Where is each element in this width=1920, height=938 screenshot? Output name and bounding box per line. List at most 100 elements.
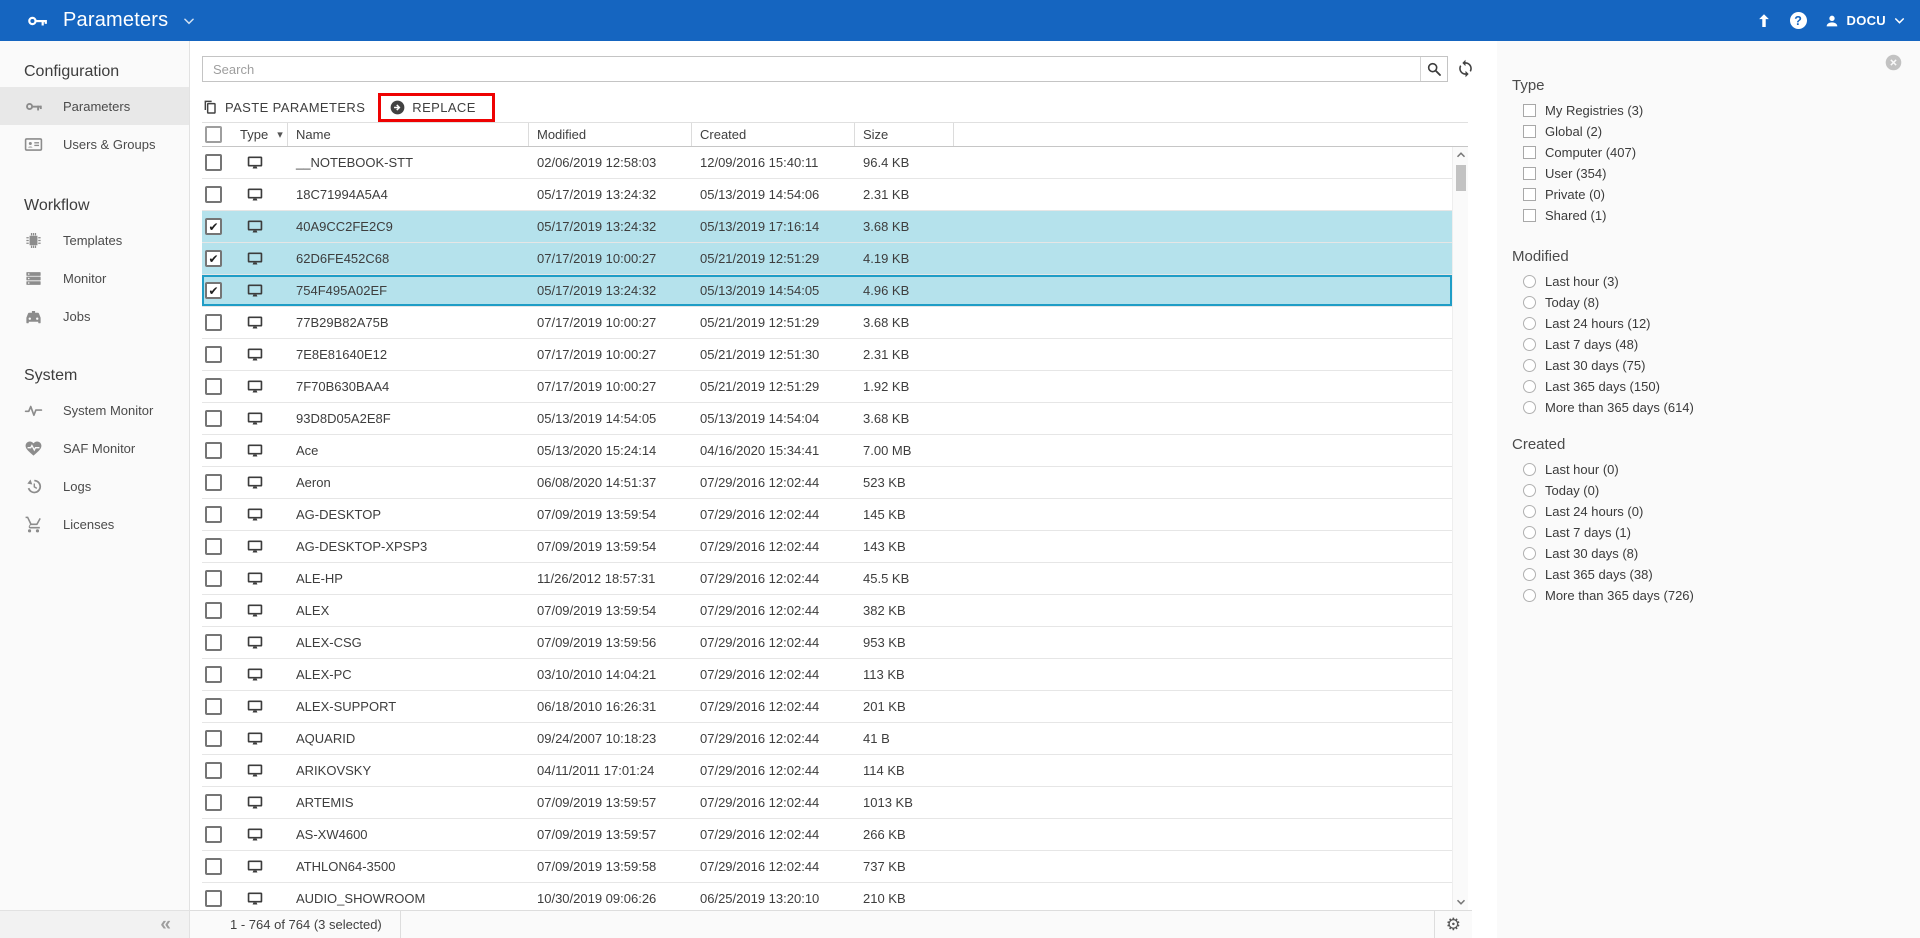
row-checkbox[interactable] [205, 506, 222, 523]
row-checkbox[interactable] [205, 410, 222, 427]
filter-option[interactable]: Last 24 hours (0) [1497, 501, 1920, 522]
search-icon[interactable] [1420, 57, 1447, 81]
row-checkbox[interactable] [205, 538, 222, 555]
replace-button[interactable]: REPLACE [390, 100, 476, 115]
table-row[interactable]: ✔40A9CC2FE2C905/17/2019 13:24:3205/13/20… [202, 211, 1452, 243]
filter-checkbox[interactable] [1523, 167, 1536, 180]
filter-option[interactable]: More than 365 days (614) [1497, 397, 1920, 418]
table-row[interactable]: AQUARID09/24/2007 10:18:2307/29/2016 12:… [202, 723, 1452, 755]
row-checkbox[interactable] [205, 602, 222, 619]
collapse-sidebar-icon[interactable]: « [160, 915, 171, 934]
filter-checkbox[interactable] [1523, 188, 1536, 201]
row-checkbox[interactable] [205, 474, 222, 491]
filter-option[interactable]: User (354) [1497, 163, 1920, 184]
filter-radio[interactable] [1523, 526, 1536, 539]
column-header-created[interactable]: Created [692, 123, 855, 146]
table-row[interactable]: 77B29B82A75B07/17/2019 10:00:2705/21/201… [202, 307, 1452, 339]
filter-option[interactable]: Private (0) [1497, 184, 1920, 205]
filter-radio[interactable] [1523, 359, 1536, 372]
sidebar-item-logs[interactable]: Logs [0, 467, 189, 505]
row-checkbox[interactable]: ✔ [205, 282, 222, 299]
search-input[interactable] [202, 56, 1448, 82]
gear-icon[interactable]: ⚙ [1446, 916, 1461, 933]
sidebar-item-templates[interactable]: Templates [0, 221, 189, 259]
table-row[interactable]: ALE-HP11/26/2012 18:57:3107/29/2016 12:0… [202, 563, 1452, 595]
filter-checkbox[interactable] [1523, 104, 1536, 117]
filter-option[interactable]: Last 365 days (38) [1497, 564, 1920, 585]
column-header-size[interactable]: Size [855, 123, 954, 146]
sidebar-item-saf-monitor[interactable]: SAF Monitor [0, 429, 189, 467]
row-checkbox[interactable] [205, 346, 222, 363]
table-row[interactable]: Ace05/13/2020 15:24:1404/16/2020 15:34:4… [202, 435, 1452, 467]
row-checkbox[interactable] [205, 826, 222, 843]
filter-option[interactable]: Today (8) [1497, 292, 1920, 313]
select-all-checkbox[interactable] [205, 126, 222, 143]
filter-option[interactable]: Computer (407) [1497, 142, 1920, 163]
filter-option[interactable]: Last 7 days (1) [1497, 522, 1920, 543]
filter-radio[interactable] [1523, 296, 1536, 309]
filter-option[interactable]: Shared (1) [1497, 205, 1920, 226]
filter-radio[interactable] [1523, 463, 1536, 476]
filter-option[interactable]: Last 30 days (8) [1497, 543, 1920, 564]
filter-radio[interactable] [1523, 380, 1536, 393]
row-checkbox[interactable] [205, 762, 222, 779]
table-row[interactable]: __NOTEBOOK-STT02/06/2019 12:58:0312/09/2… [202, 147, 1452, 179]
filter-radio[interactable] [1523, 275, 1536, 288]
filter-radio[interactable] [1523, 484, 1536, 497]
filter-option[interactable]: Global (2) [1497, 121, 1920, 142]
row-checkbox[interactable] [205, 314, 222, 331]
sidebar-item-jobs[interactable]: Jobs [0, 297, 189, 335]
row-checkbox[interactable] [205, 858, 222, 875]
filter-option[interactable]: Last 365 days (150) [1497, 376, 1920, 397]
filter-radio[interactable] [1523, 589, 1536, 602]
table-row[interactable]: ALEX07/09/2019 13:59:5407/29/2016 12:02:… [202, 595, 1452, 627]
filter-option[interactable]: Last 24 hours (12) [1497, 313, 1920, 334]
row-checkbox[interactable] [205, 570, 222, 587]
filter-option[interactable]: Last hour (0) [1497, 459, 1920, 480]
sidebar-item-system-monitor[interactable]: System Monitor [0, 391, 189, 429]
table-row[interactable]: ARIKOVSKY04/11/2011 17:01:2407/29/2016 1… [202, 755, 1452, 787]
sidebar-item-monitor[interactable]: Monitor [0, 259, 189, 297]
row-checkbox[interactable] [205, 698, 222, 715]
filter-checkbox[interactable] [1523, 146, 1536, 159]
table-row[interactable]: 7F70B630BAA407/17/2019 10:00:2705/21/201… [202, 371, 1452, 403]
paste-parameters-button[interactable]: PASTE PARAMETERS [202, 99, 365, 115]
refresh-icon[interactable] [1456, 59, 1476, 79]
sidebar-item-licenses[interactable]: Licenses [0, 505, 189, 543]
row-checkbox[interactable] [205, 442, 222, 459]
row-checkbox[interactable] [205, 794, 222, 811]
table-row[interactable]: AS-XW460007/09/2019 13:59:5707/29/2016 1… [202, 819, 1452, 851]
row-checkbox[interactable]: ✔ [205, 250, 222, 267]
table-row[interactable]: 7E8E81640E1207/17/2019 10:00:2705/21/201… [202, 339, 1452, 371]
row-checkbox[interactable] [205, 154, 222, 171]
filter-option[interactable]: Last 30 days (75) [1497, 355, 1920, 376]
vertical-scrollbar[interactable] [1452, 147, 1468, 910]
close-icon[interactable] [1885, 54, 1902, 71]
filter-option[interactable]: More than 365 days (726) [1497, 585, 1920, 606]
sidebar-item-parameters[interactable]: Parameters [0, 87, 189, 125]
table-row[interactable]: ATHLON64-350007/09/2019 13:59:5807/29/20… [202, 851, 1452, 883]
column-header-type[interactable]: Type ▾ [240, 127, 287, 142]
filter-checkbox[interactable] [1523, 209, 1536, 222]
row-checkbox[interactable] [205, 730, 222, 747]
filter-option[interactable]: Today (0) [1497, 480, 1920, 501]
filter-radio[interactable] [1523, 338, 1536, 351]
sidebar-item-users-groups[interactable]: Users & Groups [0, 125, 189, 163]
filter-checkbox[interactable] [1523, 125, 1536, 138]
help-icon[interactable]: ? [1790, 12, 1807, 29]
filter-option[interactable]: My Registries (3) [1497, 100, 1920, 121]
table-row[interactable]: 18C71994A5A405/17/2019 13:24:3205/13/201… [202, 179, 1452, 211]
column-header-name[interactable]: Name [288, 123, 529, 146]
upload-icon[interactable] [1755, 12, 1773, 30]
row-checkbox[interactable] [205, 634, 222, 651]
table-row[interactable]: Aeron06/08/2020 14:51:3707/29/2016 12:02… [202, 467, 1452, 499]
filter-radio[interactable] [1523, 568, 1536, 581]
table-row[interactable]: ✔62D6FE452C6807/17/2019 10:00:2705/21/20… [202, 243, 1452, 275]
row-checkbox[interactable] [205, 378, 222, 395]
scroll-up-icon[interactable] [1453, 148, 1468, 162]
table-row[interactable]: AG-DESKTOP-XPSP307/09/2019 13:59:5407/29… [202, 531, 1452, 563]
table-row[interactable]: ALEX-SUPPORT06/18/2010 16:26:3107/29/201… [202, 691, 1452, 723]
scroll-down-icon[interactable] [1453, 895, 1468, 909]
filter-option[interactable]: Last hour (3) [1497, 271, 1920, 292]
table-row[interactable]: ALEX-CSG07/09/2019 13:59:5607/29/2016 12… [202, 627, 1452, 659]
